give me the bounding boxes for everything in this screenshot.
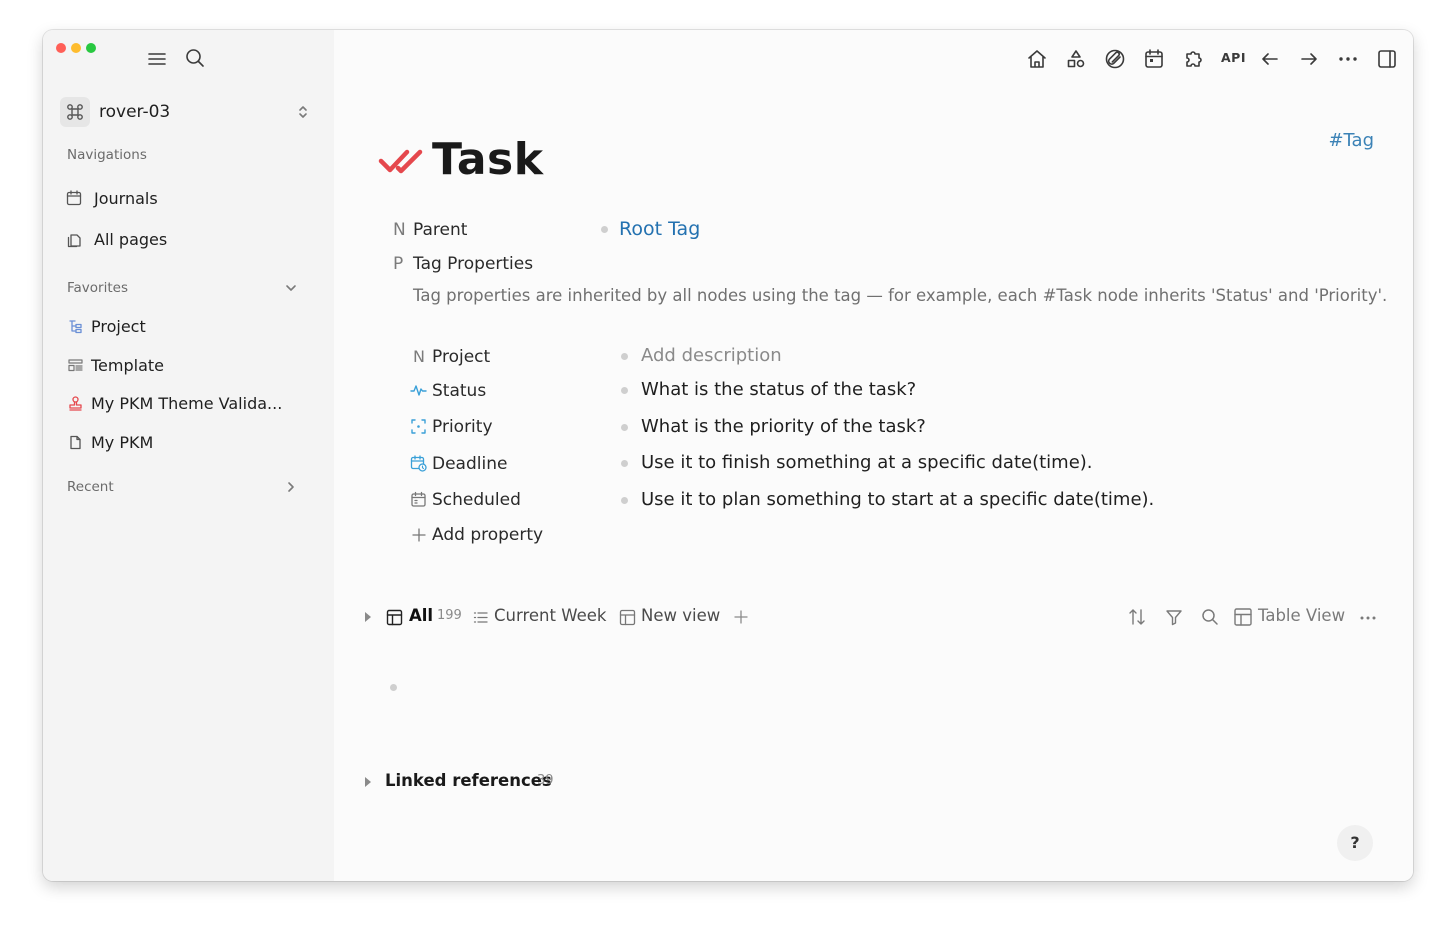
table-icon [619,609,636,626]
chevron-down-icon[interactable] [283,280,299,296]
maximize-window-button[interactable] [86,43,96,53]
pulse-icon [410,382,427,399]
view-tab-all[interactable]: All [409,606,433,625]
close-window-button[interactable] [56,43,66,53]
expand-triangle-icon[interactable] [361,775,375,789]
parent-property-name[interactable]: Parent [413,220,467,240]
menu-icon[interactable] [145,47,169,71]
view-tab-new-view[interactable]: New view [641,606,720,625]
parent-type-letter: N [393,220,406,240]
list-icon [473,610,488,625]
parent-value-link[interactable]: Root Tag [619,218,700,240]
tag-link[interactable]: #Tag [1328,130,1374,151]
tag-prop-priority[interactable]: Priority [432,417,493,437]
linked-references-count: 39 [537,773,554,788]
priority-description[interactable]: What is the priority of the task? [641,416,926,437]
api-button[interactable]: API [1221,50,1246,65]
calendar-today-icon[interactable] [1141,46,1167,72]
scheduled-description[interactable]: Use it to plan something to start at a s… [641,489,1154,510]
table-view-selector[interactable]: Table View [1258,606,1345,625]
minimize-window-button[interactable] [71,43,81,53]
sidebar-item-my-pkm-theme[interactable]: My PKM Theme Valida... [91,394,282,413]
workspace-icon[interactable] [60,97,90,127]
puzzle-icon[interactable] [1180,46,1206,72]
search-icon[interactable] [183,46,207,70]
sidebar-toggle-icon[interactable] [1374,46,1400,72]
tag-properties-description: Tag properties are inherited by all node… [413,286,1388,305]
stamp-icon [67,395,84,412]
project-description-placeholder[interactable]: Add description [641,345,782,366]
bullet [621,353,628,360]
shapes-icon[interactable] [1063,46,1089,72]
home-icon[interactable] [1024,46,1050,72]
help-button[interactable]: ? [1337,825,1373,861]
empty-block-bullet[interactable] [390,684,397,691]
page-title[interactable]: Task [432,134,543,185]
table-view-icon [1233,607,1253,627]
bullet [621,424,628,431]
double-check-icon [378,145,424,177]
filter-icon[interactable] [1164,607,1184,627]
sidebar-item-project[interactable]: Project [91,317,146,336]
bullet [601,226,608,233]
template-icon [67,357,84,374]
calendar-icon [65,189,83,207]
more-icon[interactable] [1335,46,1361,72]
sidebar-item-all-pages[interactable]: All pages [94,230,167,249]
favorites-heading[interactable]: Favorites [67,280,128,296]
linked-references-label[interactable]: Linked references [385,771,552,790]
sidebar: rover-03 Navigations Journals All pages … [43,30,334,881]
tag-prop-project[interactable]: Project [432,347,490,367]
sidebar-item-template[interactable]: Template [91,356,164,375]
pages-icon [65,231,83,249]
sort-icon[interactable] [1127,607,1147,627]
workspace-switch-icon[interactable] [295,104,311,120]
sidebar-item-my-pkm[interactable]: My PKM [91,433,153,452]
calendar-clock-icon [410,455,427,472]
tag-properties-name[interactable]: Tag Properties [413,254,533,274]
tree-icon [67,318,84,335]
add-property-button[interactable]: Add property [432,525,543,545]
bullet [621,497,628,504]
search-icon[interactable] [1200,607,1220,627]
sidebar-item-journals[interactable]: Journals [94,189,158,208]
view-tab-current-week[interactable]: Current Week [494,606,606,625]
tag-prop-status[interactable]: Status [432,381,486,401]
tag-properties-type-letter: P [393,254,404,274]
project-type-letter: N [413,347,425,366]
bullet [621,460,628,467]
view-more-icon[interactable] [1358,608,1378,628]
page-icon [67,434,84,451]
tag-prop-deadline[interactable]: Deadline [432,454,507,474]
workspace-name[interactable]: rover-03 [99,102,170,122]
chevron-right-icon[interactable] [283,479,299,495]
main-content: API #Tag Task N Parent Root Tag P Tag Pr… [334,30,1413,881]
app-window: rover-03 Navigations Journals All pages … [43,30,1413,881]
paperclip-icon[interactable] [1102,46,1128,72]
calendar-icon [410,491,427,508]
deadline-description[interactable]: Use it to finish something at a specific… [641,452,1093,473]
tag-prop-scheduled[interactable]: Scheduled [432,490,521,510]
plus-icon[interactable] [411,527,427,543]
bullet [621,387,628,394]
table-icon [386,609,403,626]
collapse-triangle-icon[interactable] [361,610,375,624]
arrow-right-icon[interactable] [1296,46,1322,72]
status-description[interactable]: What is the status of the task? [641,379,916,400]
focus-icon [410,418,427,435]
all-count: 199 [437,608,462,623]
navigations-heading: Navigations [67,147,147,163]
add-view-plus-icon[interactable] [733,609,749,625]
arrow-left-icon[interactable] [1257,46,1283,72]
recent-heading[interactable]: Recent [67,479,114,495]
